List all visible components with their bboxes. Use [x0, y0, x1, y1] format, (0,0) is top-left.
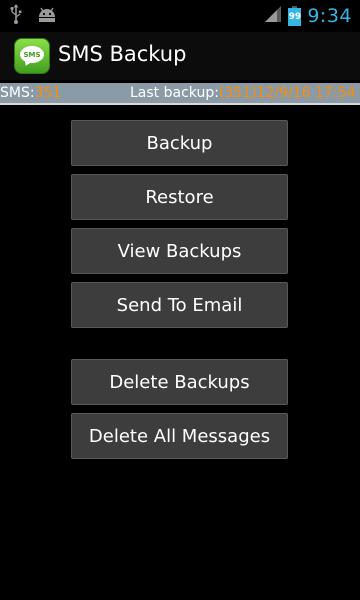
- sms-count-info: SMS:351: [0, 83, 61, 103]
- usb-icon: [10, 4, 22, 28]
- system-status: 99 9:34: [264, 4, 352, 28]
- last-backup-value: (351)12/9/16 17:54: [218, 85, 356, 101]
- android-debug-icon: [36, 5, 58, 27]
- delete-backups-button[interactable]: Delete Backups: [71, 359, 288, 405]
- last-backup-info: Last backup:(351)12/9/16 17:54: [130, 83, 355, 103]
- status-bar: 99 9:34: [0, 0, 360, 32]
- battery-percent: 99: [288, 12, 302, 22]
- sms-app-icon: SMS: [14, 38, 50, 74]
- send-to-email-button[interactable]: Send To Email: [71, 282, 288, 328]
- delete-all-messages-button[interactable]: Delete All Messages: [71, 413, 288, 459]
- sms-count: 351: [34, 85, 62, 101]
- action-bar: SMS SMS Backup: [0, 32, 360, 80]
- last-backup-label: Last backup:: [130, 85, 219, 101]
- backup-button[interactable]: Backup: [71, 120, 288, 166]
- notification-icons: [10, 4, 58, 28]
- status-time: 9:34: [307, 5, 352, 27]
- screen: 99 9:34 SMS SMS Backup SMS:351 Last back…: [0, 0, 360, 600]
- app-icon-text: SMS: [20, 46, 44, 63]
- battery-icon: 99: [288, 6, 302, 26]
- sms-label: SMS:: [0, 85, 35, 101]
- restore-button[interactable]: Restore: [71, 174, 288, 220]
- info-bar: SMS:351 Last backup:(351)12/9/16 17:54: [0, 83, 360, 105]
- app-title: SMS Backup: [58, 42, 187, 66]
- signal-icon: [264, 5, 282, 27]
- view-backups-button[interactable]: View Backups: [71, 228, 288, 274]
